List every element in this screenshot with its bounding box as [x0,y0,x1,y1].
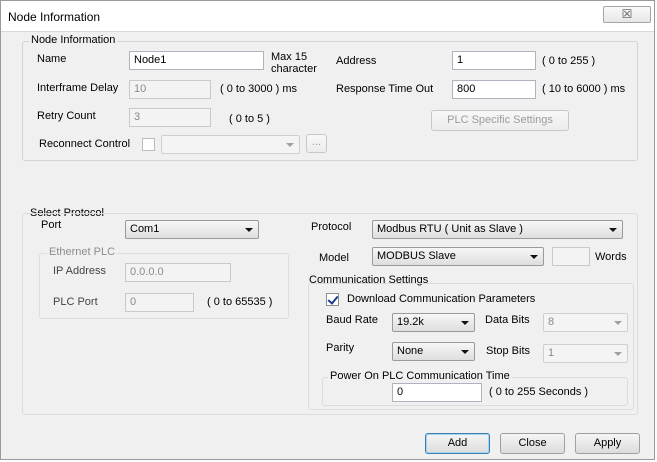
stop-bits-select-value: 1 [548,347,555,359]
reconnect-control-select[interactable] [161,135,300,154]
chevron-down-icon [614,352,622,356]
power-on-time-field[interactable]: 0 [392,383,482,402]
protocol-select[interactable]: Modbus RTU ( Unit as Slave ) [372,220,623,239]
chevron-down-icon [530,255,538,259]
download-parameters-label: Download Communication Parameters [347,293,536,305]
ethernet-plc-legend: Ethernet PLC [47,246,118,258]
node-information-dialog: Node Information ☒ Node Information Name… [0,0,655,460]
reconnect-control-label: Reconnect Control [39,138,131,150]
words-label: Words [595,251,627,263]
window-title: Node Information [8,10,101,24]
baud-rate-select[interactable]: 19.2k [392,313,475,332]
power-on-time-range: ( 0 to 255 Seconds ) [489,386,589,398]
chevron-down-icon [286,143,294,147]
plc-specific-settings-button[interactable]: PLC Specific Settings [431,110,569,131]
close-button[interactable]: Close [500,433,565,454]
model-select-value: MODBUS Slave [377,250,456,262]
stop-bits-select[interactable]: 1 [543,344,628,363]
plc-port-field[interactable]: 0 [125,293,194,312]
apply-button[interactable]: Apply [575,433,640,454]
port-label: Port [41,219,62,231]
title-bar: Node Information ☒ [1,1,654,32]
reconnect-control-checkbox[interactable] [142,138,155,151]
name-hint-line2: character [271,63,317,75]
response-time-out-field[interactable]: 800 [452,80,536,99]
retry-count-field[interactable]: 3 [129,108,211,127]
name-hint-line1: Max 15 [271,51,308,63]
chevron-down-icon [461,350,469,354]
parity-label: Parity [326,342,355,354]
baud-rate-select-value: 19.2k [397,316,424,328]
data-bits-label: Data Bits [485,314,530,326]
address-range: ( 0 to 255 ) [542,55,596,67]
protocol-label: Protocol [311,221,352,233]
chevron-down-icon [609,228,617,232]
chevron-down-icon [614,321,622,325]
reconnect-browse-button[interactable]: ... [306,134,327,153]
parity-select-value: None [397,345,424,357]
response-time-out-label: Response Time Out [336,83,434,95]
port-select-value: Com1 [130,223,160,235]
port-select[interactable]: Com1 [125,220,259,239]
power-on-time-legend: Power On PLC Communication Time [328,370,512,382]
retry-count-label: Retry Count [37,110,96,122]
plc-port-range: ( 0 to 65535 ) [207,296,273,308]
retry-count-range: ( 0 to 5 ) [229,113,270,125]
model-label: Model [319,252,349,264]
address-label: Address [336,55,377,67]
baud-rate-label: Baud Rate [326,314,378,326]
close-icon: ☒ [621,7,633,21]
name-field[interactable]: Node1 [129,51,264,70]
ip-address-label: IP Address [53,265,106,277]
interframe-delay-range: ( 0 to 3000 ) ms [220,83,298,95]
interframe-delay-label: Interframe Delay [37,82,119,94]
name-label: Name [37,53,67,65]
response-time-out-range: ( 10 to 6000 ) ms [542,83,626,95]
data-bits-select[interactable]: 8 [543,313,628,332]
chevron-down-icon [461,321,469,325]
address-field[interactable]: 1 [452,51,536,70]
node-information-legend: Node Information [29,34,118,46]
close-window-button[interactable]: ☒ [603,6,651,23]
stop-bits-label: Stop Bits [486,345,531,357]
ip-address-field[interactable]: 0.0.0.0 [125,263,231,282]
chevron-down-icon [245,228,253,232]
interframe-delay-field[interactable]: 10 [129,80,211,99]
add-button[interactable]: Add [425,433,490,454]
model-select[interactable]: MODBUS Slave [372,247,544,266]
protocol-select-value: Modbus RTU ( Unit as Slave ) [377,223,523,235]
download-parameters-checkbox[interactable] [326,293,339,306]
data-bits-select-value: 8 [548,316,555,328]
words-field[interactable] [552,247,590,266]
plc-port-label: PLC Port [53,296,98,308]
parity-select[interactable]: None [392,342,475,361]
